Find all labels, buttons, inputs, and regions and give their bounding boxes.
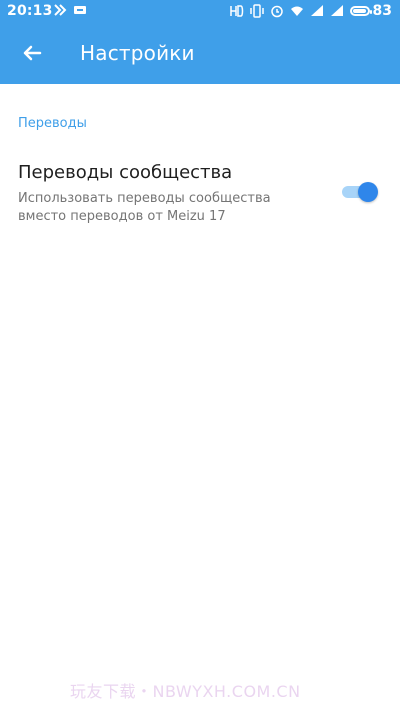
alarm-icon	[270, 4, 284, 18]
back-button[interactable]	[16, 37, 48, 69]
setting-title: Переводы сообщества	[18, 162, 233, 183]
setting-item-community-translations[interactable]: Переводы сообщества Использовать перевод…	[0, 152, 400, 236]
status-time: 20:13	[7, 3, 53, 19]
setting-description: Использовать переводы сообщества вместо …	[18, 191, 271, 224]
watermark: 玩友下载・NBWYXH.COM.CN	[70, 682, 301, 701]
vibrate-icon	[249, 4, 264, 18]
app-bar: 20:13 83 Настройки	[0, 0, 400, 84]
wifi-icon	[290, 4, 304, 18]
arrow-left-icon	[23, 45, 42, 61]
status-right: 83	[229, 3, 392, 19]
double-chevron-icon	[53, 3, 67, 17]
battery-level: 83	[372, 3, 392, 19]
battery-icon	[349, 6, 372, 16]
signal-icon	[310, 4, 324, 18]
hd-icon	[229, 4, 244, 18]
page-title: Настройки	[80, 41, 195, 65]
signal-icon	[330, 4, 344, 18]
toggle-thumb	[358, 182, 378, 202]
section-header: Переводы	[18, 116, 87, 131]
battery-indicator: 83	[349, 3, 392, 19]
status-bar: 20:13 83	[0, 0, 400, 24]
notification-icon	[73, 3, 87, 17]
status-left-icons	[53, 3, 87, 17]
community-translations-toggle[interactable]	[342, 182, 378, 202]
